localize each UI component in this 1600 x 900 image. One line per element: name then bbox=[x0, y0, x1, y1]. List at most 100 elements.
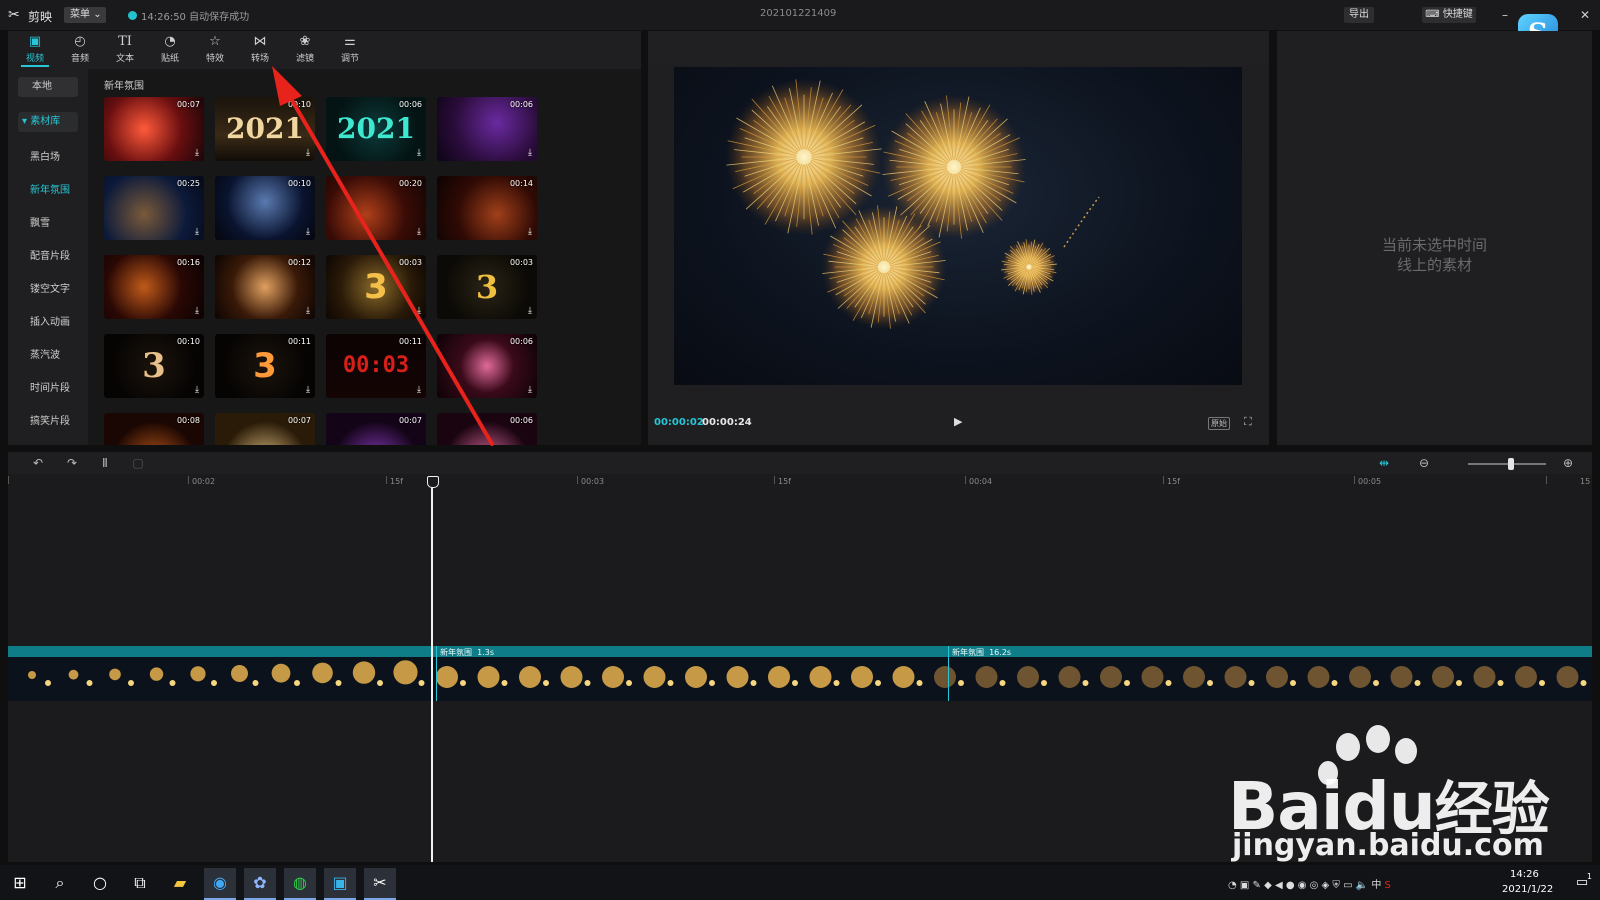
capcut-taskbar-icon[interactable]: ✂ bbox=[364, 868, 396, 900]
system-tray[interactable]: ◔ ▣ ✎ ◆ ◀ ● ◉ ◎ ◈ ⛨ ▭ 🔈 中 S bbox=[1228, 876, 1391, 891]
ime-indicator[interactable]: 中 bbox=[1371, 880, 1381, 891]
split-icon[interactable]: Ⅱ bbox=[97, 455, 113, 471]
chevron-down-icon: ⌄ bbox=[93, 9, 102, 20]
shortcut-button[interactable]: ⌨ 快捷键 bbox=[1422, 7, 1476, 23]
material-thumbnail[interactable]: 00:03 00:11 ⤓ bbox=[326, 334, 426, 398]
task-view-icon[interactable]: ⧉ bbox=[124, 868, 156, 898]
ruler-tick bbox=[188, 476, 189, 484]
export-button[interactable]: 导出 bbox=[1344, 7, 1374, 23]
clock-time[interactable]: 14:26 bbox=[1510, 869, 1539, 880]
app-icon[interactable]: ✿ bbox=[244, 868, 276, 900]
windows-start-icon[interactable]: ⊞ bbox=[4, 868, 36, 898]
material-thumbnail[interactable]: 00:20 ⤓ bbox=[326, 176, 426, 240]
zoom-in-icon[interactable]: ⊕ bbox=[1560, 455, 1576, 471]
download-icon[interactable]: ⤓ bbox=[417, 306, 421, 316]
tab-transition[interactable]: ⋈ 转场 bbox=[240, 33, 280, 67]
redo-icon[interactable]: ↷ bbox=[64, 455, 80, 471]
download-icon[interactable]: ⤓ bbox=[528, 385, 532, 395]
tab-filter[interactable]: ❀ 滤镜 bbox=[285, 33, 325, 67]
material-thumbnail[interactable]: 3 00:10 ⤓ bbox=[104, 334, 204, 398]
time-ruler[interactable]: 00:02 15f 00:03 15f 00:04 15f 00:05 15 bbox=[8, 476, 1592, 490]
segment-name: 新年氛围 bbox=[440, 648, 472, 657]
clock-date[interactable]: 2021/1/22 bbox=[1502, 884, 1553, 895]
nav-item-time-clip[interactable]: 时间片段 bbox=[18, 379, 78, 399]
material-thumbnail[interactable]: 00:06 ⤓ bbox=[437, 334, 537, 398]
save-status-text: 14:26:50 自动保存成功 bbox=[141, 12, 250, 23]
edge-browser-icon[interactable]: ◉ bbox=[204, 868, 236, 900]
material-thumbnail[interactable]: 2021 00:06 ⤓ bbox=[326, 97, 426, 161]
download-icon[interactable]: ⤓ bbox=[528, 306, 532, 316]
material-thumbnail[interactable]: 00:25 ⤓ bbox=[104, 176, 204, 240]
material-thumbnail[interactable]: 00:08 bbox=[104, 413, 204, 445]
segment-boundary[interactable] bbox=[948, 646, 949, 701]
zoom-slider[interactable] bbox=[1468, 463, 1546, 465]
search-icon[interactable]: ⌕ bbox=[44, 868, 76, 898]
material-thumbnail[interactable]: 00:10 ⤓ bbox=[215, 176, 315, 240]
material-thumbnail[interactable]: 00:07 bbox=[215, 413, 315, 445]
download-icon[interactable]: ⤓ bbox=[306, 385, 310, 395]
undo-icon[interactable]: ↶ bbox=[30, 455, 46, 471]
download-icon[interactable]: ⤓ bbox=[195, 148, 199, 158]
download-icon[interactable]: ⤓ bbox=[306, 148, 310, 158]
snap-icon[interactable]: ⇹ bbox=[1376, 455, 1392, 471]
download-icon[interactable]: ⤓ bbox=[417, 227, 421, 237]
nav-item-new-year[interactable]: 新年氛围 bbox=[18, 181, 78, 201]
download-icon[interactable]: ⤓ bbox=[306, 227, 310, 237]
download-icon[interactable]: ⤓ bbox=[417, 385, 421, 395]
download-icon[interactable]: ⤓ bbox=[195, 306, 199, 316]
menu-button[interactable]: 菜单 ⌄ bbox=[64, 7, 106, 23]
segment-boundary[interactable] bbox=[436, 646, 437, 701]
notification-icon[interactable]: ▭ 1 bbox=[1566, 868, 1598, 898]
no-selection-line1: 当前未选中时间 bbox=[1381, 236, 1487, 254]
tab-sticker[interactable]: ◔ 贴纸 bbox=[150, 33, 190, 67]
material-thumbnail[interactable]: 3 00:03 ⤓ bbox=[437, 255, 537, 319]
minimize-icon[interactable]: – bbox=[1496, 6, 1514, 24]
nav-item-vaporwave[interactable]: 蒸汽波 bbox=[18, 346, 78, 366]
preview-header bbox=[648, 31, 1269, 65]
app-blue-icon[interactable]: ▣ bbox=[324, 868, 356, 900]
download-icon[interactable]: ⤓ bbox=[195, 227, 199, 237]
file-explorer-icon[interactable]: ▰ bbox=[164, 868, 196, 898]
wechat-icon[interactable]: ◍ bbox=[284, 868, 316, 900]
download-icon[interactable]: ⤓ bbox=[306, 306, 310, 316]
nav-item-hollow-text[interactable]: 镂空文字 bbox=[18, 280, 78, 300]
play-icon[interactable]: ▶ bbox=[954, 415, 968, 429]
tab-adjust[interactable]: ⚌ 调节 bbox=[330, 33, 370, 67]
nav-item-snow[interactable]: 飘雪 bbox=[18, 214, 78, 234]
nav-item-voiceover[interactable]: 配音片段 bbox=[18, 247, 78, 267]
fullscreen-icon[interactable]: ⛶ bbox=[1244, 415, 1252, 429]
download-icon[interactable]: ⤓ bbox=[417, 148, 421, 158]
preview-video[interactable] bbox=[674, 67, 1242, 385]
playhead-handle[interactable] bbox=[427, 476, 439, 488]
zoom-out-icon[interactable]: ⊖ bbox=[1416, 455, 1432, 471]
nav-library[interactable]: ▾ 素材库 bbox=[18, 112, 78, 132]
cortana-icon[interactable]: ○ bbox=[84, 868, 116, 898]
material-thumbnail[interactable]: 00:07 bbox=[326, 413, 426, 445]
delete-icon[interactable]: ▢ bbox=[130, 455, 146, 471]
download-icon[interactable]: ⤓ bbox=[528, 148, 532, 158]
download-icon[interactable]: ⤓ bbox=[528, 227, 532, 237]
tab-video[interactable]: ▣ 视频 bbox=[15, 33, 55, 67]
download-icon[interactable]: ⤓ bbox=[195, 385, 199, 395]
tab-text[interactable]: TI 文本 bbox=[105, 33, 145, 67]
nav-item-funny[interactable]: 搞笑片段 bbox=[18, 412, 78, 432]
tab-audio[interactable]: ◴ 音频 bbox=[60, 33, 100, 67]
close-icon[interactable]: ✕ bbox=[1576, 6, 1594, 24]
main-video-track[interactable] bbox=[8, 657, 1592, 701]
material-thumbnail[interactable]: 00:12 ⤓ bbox=[215, 255, 315, 319]
material-thumbnail[interactable]: 00:06 bbox=[437, 413, 537, 445]
material-thumbnail[interactable]: 00:16 ⤓ bbox=[104, 255, 204, 319]
material-thumbnail[interactable]: 3 00:11 ⤓ bbox=[215, 334, 315, 398]
material-thumbnail[interactable]: 00:14 ⤓ bbox=[437, 176, 537, 240]
material-thumbnail[interactable]: 3 00:03 ⤓ bbox=[326, 255, 426, 319]
tab-effects[interactable]: ☆ 特效 bbox=[195, 33, 235, 67]
nav-item-insert-anim[interactable]: 插入动画 bbox=[18, 313, 78, 333]
nav-item-black-white[interactable]: 黑白场 bbox=[18, 148, 78, 168]
material-thumbnail[interactable]: 00:07 ⤓ bbox=[104, 97, 204, 161]
aspect-ratio-button[interactable]: 原始 bbox=[1208, 417, 1230, 430]
nav-local[interactable]: 本地 bbox=[18, 77, 78, 97]
material-thumbnail[interactable]: 00:06 ⤓ bbox=[437, 97, 537, 161]
material-thumbnail[interactable]: 2021 00:10 ⤓ bbox=[215, 97, 315, 161]
zoom-slider-handle[interactable] bbox=[1508, 458, 1514, 470]
playhead-line[interactable] bbox=[431, 482, 433, 862]
